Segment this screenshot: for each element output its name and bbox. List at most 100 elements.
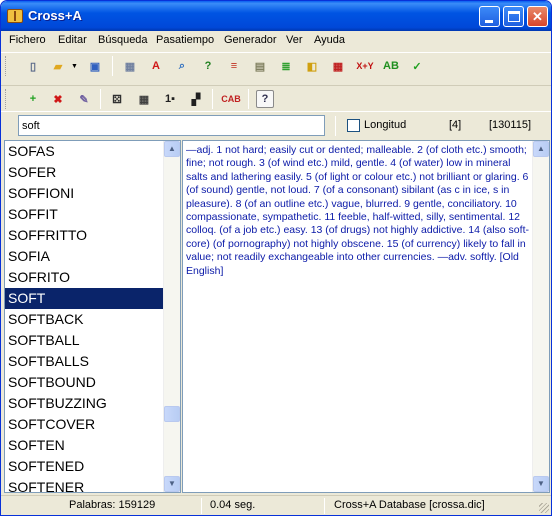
word-list-item[interactable]: SOFTENER <box>5 477 163 492</box>
chevron-down-icon: ▼ <box>168 479 176 488</box>
tb1-btn-2[interactable]: ▣ <box>86 57 104 75</box>
tb1-btn-10[interactable]: ◧ <box>303 57 321 75</box>
menu-fichero[interactable]: Fichero <box>9 34 46 46</box>
word-list-scrollbar[interactable]: ▲ ▼ <box>163 141 180 492</box>
word-list-item[interactable]: SOFTBUZZING <box>5 393 163 414</box>
word-list[interactable]: SOFAS SOFER SOFFIONI SOFFIT SOFFRITTO SOFIA SO… <box>4 140 181 493</box>
toolbar-separator <box>100 89 101 109</box>
word-list-item[interactable]: SOFTBOUND <box>5 372 163 393</box>
book-app-icon <box>7 9 23 23</box>
tb1-btn-4[interactable]: A <box>147 57 165 75</box>
find-icon: ⌕ <box>178 59 186 72</box>
word-list-item-selected[interactable]: SOFT <box>5 288 163 309</box>
add-icon: + <box>29 93 37 105</box>
dice-icon: ⚄ <box>112 93 122 106</box>
tb1-btn-6[interactable]: ? <box>199 57 217 75</box>
tb2-btn-6[interactable]: ▞ <box>187 90 205 108</box>
blocks-icon: ◧ <box>306 60 318 73</box>
resize-grip[interactable] <box>539 503 549 513</box>
help-question-icon: ? <box>204 60 212 72</box>
close-button[interactable]: ✕ <box>527 6 548 27</box>
tb2-btn-3[interactable]: ⚄ <box>108 90 126 108</box>
menu-editar[interactable]: Editar <box>58 34 87 46</box>
tb1-btn-0[interactable]: ▯ <box>24 57 42 75</box>
maximize-icon <box>508 11 520 22</box>
word-list-item[interactable]: SOFTBALL <box>5 330 163 351</box>
cab-icon: CAB <box>221 94 241 104</box>
word-list-item[interactable]: SOFFRITTO <box>5 225 163 246</box>
word-list-item[interactable]: SOFER <box>5 162 163 183</box>
word-list-item[interactable]: SOFTBALLS <box>5 351 163 372</box>
title-bar[interactable]: Cross+A ✕ <box>1 1 551 31</box>
table-icon: ▦ <box>138 93 150 106</box>
tb1-btn-8[interactable]: ▤ <box>251 57 269 75</box>
grid-icon: ▦ <box>332 60 344 73</box>
word-length-count: [4] <box>449 119 462 131</box>
word-list-item[interactable]: SOFTENED <box>5 456 163 477</box>
search-row: Longitud [4] [130115] <box>1 111 551 139</box>
word-list-item[interactable]: SOFTBACK <box>5 309 163 330</box>
tb2-btn-8[interactable]: ? <box>256 90 274 108</box>
tb1-btn-7[interactable]: ≡ <box>225 57 243 75</box>
menu-bar: Fichero Editar Búsqueda Pasatiempo Gener… <box>1 31 551 51</box>
tb1-btn-3[interactable]: ▦ <box>121 57 139 75</box>
toolbar-separator <box>212 89 213 109</box>
tb2-btn-1[interactable]: ✖ <box>49 90 67 108</box>
tb1-btn-1[interactable]: ▰ <box>49 57 67 75</box>
word-list-item[interactable]: SOFFIT <box>5 204 163 225</box>
status-word-count: Palabras: 159129 <box>69 499 156 511</box>
minimize-button[interactable] <box>479 6 500 27</box>
tb1-btn-9[interactable]: ≣ <box>277 57 295 75</box>
status-separator <box>201 498 202 514</box>
tb2-btn-7[interactable]: CAB <box>220 90 242 108</box>
status-bar: Palabras: 159129 0.04 seg. Cross+A Datab… <box>1 495 551 515</box>
word-list-item[interactable]: SOFIA <box>5 246 163 267</box>
letters-ab-icon: AB <box>383 60 399 72</box>
toolbar-grip[interactable] <box>5 89 8 109</box>
longitud-checkbox[interactable] <box>347 119 360 132</box>
word-list-item[interactable]: SOFTCOVER <box>5 414 163 435</box>
word-list-item[interactable]: SOFRITO <box>5 267 163 288</box>
tb2-btn-0[interactable]: + <box>24 90 42 108</box>
scroll-up-arrow[interactable]: ▲ <box>533 141 549 157</box>
tb1-btn-11[interactable]: ▦ <box>329 57 347 75</box>
total-count: [130115] <box>489 119 532 131</box>
tb1-btn-12[interactable]: X+Y <box>353 57 377 75</box>
minimize-icon <box>485 20 493 23</box>
tb2-btn-4[interactable]: ▦ <box>135 90 153 108</box>
new-file-icon: ▯ <box>29 60 37 73</box>
open-dropdown-arrow-icon[interactable]: ▼ <box>71 63 78 70</box>
calculator-icon: ▤ <box>254 60 266 73</box>
tb1-btn-5[interactable]: ⌕ <box>173 57 191 75</box>
menu-generador[interactable]: Generador <box>224 34 277 46</box>
menu-pasatiempo[interactable]: Pasatiempo <box>156 34 214 46</box>
word-list-item[interactable]: SOFFIONI <box>5 183 163 204</box>
tb2-btn-5[interactable]: 1▪ <box>161 90 179 108</box>
scroll-down-arrow[interactable]: ▼ <box>164 476 180 492</box>
scroll-down-arrow[interactable]: ▼ <box>533 476 549 492</box>
tb1-btn-13[interactable]: AB <box>382 57 400 75</box>
close-icon: ✕ <box>532 9 543 24</box>
main-toolbar: ▯ ▰ ▼ ▣ ▦ A ⌕ ? ≡ ▤ ≣ ◧ ▦ X+Y AB ✓ <box>1 52 551 78</box>
status-database: Cross+A Database [crossa.dic] <box>334 499 485 511</box>
edit-icon: ✎ <box>79 93 89 106</box>
word-list-item[interactable]: SOFTEN <box>5 435 163 456</box>
menu-busqueda[interactable]: Búsqueda <box>98 34 148 46</box>
word-list-item[interactable]: SOFAS <box>5 141 163 162</box>
tb1-btn-14[interactable]: ✓ <box>408 57 426 75</box>
toolbar-grip[interactable] <box>5 56 8 76</box>
delete-icon: ✖ <box>53 93 63 106</box>
menu-ver[interactable]: Ver <box>286 34 303 46</box>
status-separator <box>324 498 325 514</box>
scroll-thumb[interactable] <box>164 406 180 422</box>
search-input[interactable] <box>18 115 325 136</box>
longitud-label: Longitud <box>364 119 407 131</box>
tb2-btn-2[interactable]: ✎ <box>75 90 93 108</box>
menu-ayuda[interactable]: Ayuda <box>314 34 345 46</box>
scroll-up-arrow[interactable]: ▲ <box>164 141 180 157</box>
maximize-button[interactable] <box>503 6 524 27</box>
open-folder-icon: ▰ <box>53 60 63 73</box>
chevron-up-icon: ▲ <box>537 144 545 153</box>
definition-scrollbar[interactable]: ▲ ▼ <box>532 141 549 492</box>
definition-panel[interactable]: —adj. 1 not hard; easily cut or dented; … <box>182 140 550 493</box>
